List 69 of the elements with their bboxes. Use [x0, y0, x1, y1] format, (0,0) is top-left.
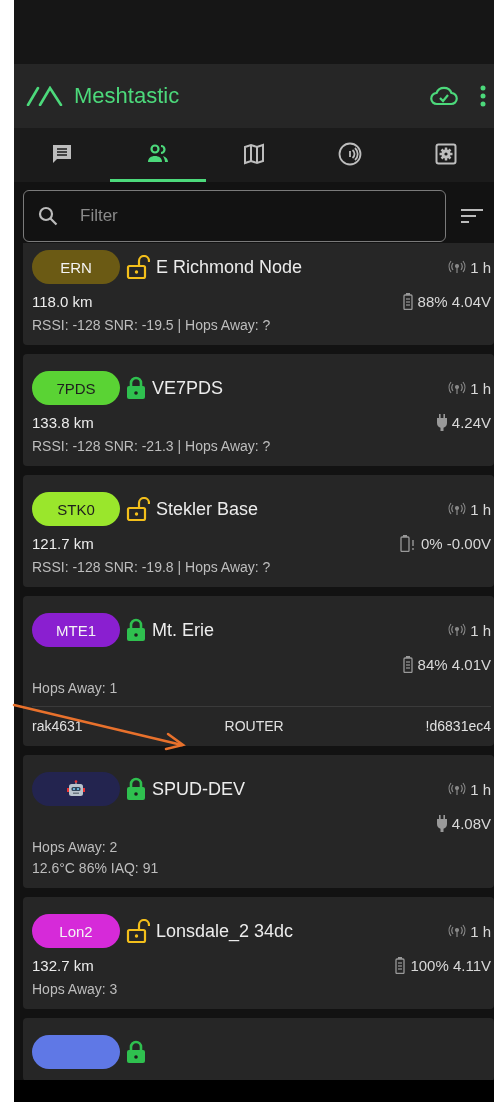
power-reading: 0% -0.00V	[420, 534, 491, 552]
robot-icon	[67, 780, 85, 798]
node-card[interactable]: ERN E Richmond Node 1 h 118.0 km 88% 4.04V RSSI: -128 SNR: -19.5 | Hops Away: ?	[23, 243, 494, 345]
distance-text: 121.7 km	[32, 534, 94, 552]
logo-icon	[26, 86, 64, 106]
short-name-badge: MTE1	[32, 613, 120, 647]
node-card[interactable]: STK0 Stekler Base 1 h 121.7 km 0% -0.00V RSSI: -128 SNR: -19.8 | Hops Away: ?	[23, 475, 494, 587]
node-info-text: Hops Away: 2	[32, 839, 119, 855]
node-info-text: RSSI: -128 SNR: -21.3 | Hops Away: ?	[32, 438, 272, 454]
node-info-text: RSSI: -128 SNR: -19.8 | Hops Away: ?	[32, 559, 272, 575]
distance-text: 132.7 km	[32, 956, 94, 974]
node-card[interactable]: 7PDS VE7PDS 1 h 133.8 km 4.24V RSSI: -128 SNR: -21.3 | Hops Away: ?	[23, 354, 494, 466]
cloud-check-icon[interactable]	[430, 86, 458, 106]
more-icon[interactable]	[480, 85, 486, 107]
plug-icon	[436, 413, 447, 431]
filter-field[interactable]: Filter	[23, 189, 446, 242]
last-heard-time: 1 h	[470, 500, 491, 518]
node-info-text: RSSI: -128 SNR: -19.5 | Hops Away: ?	[32, 317, 272, 333]
node-card[interactable]	[23, 1018, 494, 1080]
node-name: SPUD-DEV	[152, 778, 246, 800]
distance-text: 118.0 km	[32, 292, 93, 310]
distance-text: 133.8 km	[32, 413, 94, 431]
last-heard-time: 1 h	[470, 379, 491, 397]
radio-signal-icon	[338, 141, 362, 166]
battery-alert-icon	[399, 534, 416, 552]
short-name-badge: STK0	[32, 492, 120, 526]
short-name-badge: Lon2	[32, 914, 120, 948]
people-icon	[146, 142, 170, 165]
signal-icon	[448, 924, 467, 938]
last-heard-time: 1 h	[470, 780, 491, 798]
power-reading: 4.24V	[451, 413, 491, 431]
signal-icon	[448, 623, 467, 637]
signal-icon	[448, 782, 467, 796]
node-card[interactable]: Lon2 Lonsdale_2 34dc 1 h 132.7 km 100% 4.11V Hops Away: 3	[23, 897, 494, 1009]
last-heard-time: 1 h	[470, 621, 491, 639]
power-reading: 100% 4.11V	[410, 956, 491, 974]
node-name: Lonsdale_2 34dc	[156, 920, 295, 942]
message-icon	[51, 142, 73, 165]
short-name-badge: 7PDS	[32, 371, 120, 405]
battery-icon	[402, 655, 413, 673]
node-id: !d6831ec4	[425, 718, 491, 734]
node-card[interactable]: MTE1 Mt. Erie 1 h 84% 4.01V Hops Away: 1 rak4631 ROUTER !d6831ec4	[23, 596, 494, 746]
last-heard-time: 1 h	[470, 258, 491, 276]
power-reading: 84% 4.01V	[417, 655, 491, 673]
node-name: E Richmond Node	[156, 256, 304, 278]
node-info-text: Hops Away: 3	[32, 981, 119, 997]
signal-icon	[448, 502, 467, 516]
plug-icon	[436, 814, 447, 832]
search-icon	[38, 205, 58, 226]
short-name-badge: ERN	[32, 250, 120, 284]
settings-icon	[435, 142, 457, 165]
signal-icon	[448, 381, 467, 395]
node-info-text: Hops Away: 1	[32, 680, 119, 696]
node-name: Mt. Erie	[152, 619, 215, 641]
node-name: Stekler Base	[156, 498, 260, 520]
signal-icon	[448, 260, 467, 274]
battery-icon	[402, 292, 413, 310]
map-icon	[243, 142, 265, 165]
node-name: VE7PDS	[152, 377, 225, 399]
last-heard-time: 1 h	[470, 922, 491, 940]
power-reading: 88% 4.04V	[417, 292, 491, 310]
app-title: Meshtastic	[74, 83, 181, 109]
node-role: ROUTER	[224, 718, 284, 734]
node-info-text: 12.6°C 86% IAQ: 91	[32, 860, 160, 876]
power-reading: 4.08V	[451, 814, 491, 832]
hardware-model: rak4631	[32, 718, 83, 734]
node-card[interactable]: SPUD-DEV 1 h 4.08V Hops Away: 2 12.6°C 86% IAQ: 91	[23, 755, 494, 888]
battery-icon	[395, 956, 406, 974]
sort-icon[interactable]	[461, 207, 483, 224]
